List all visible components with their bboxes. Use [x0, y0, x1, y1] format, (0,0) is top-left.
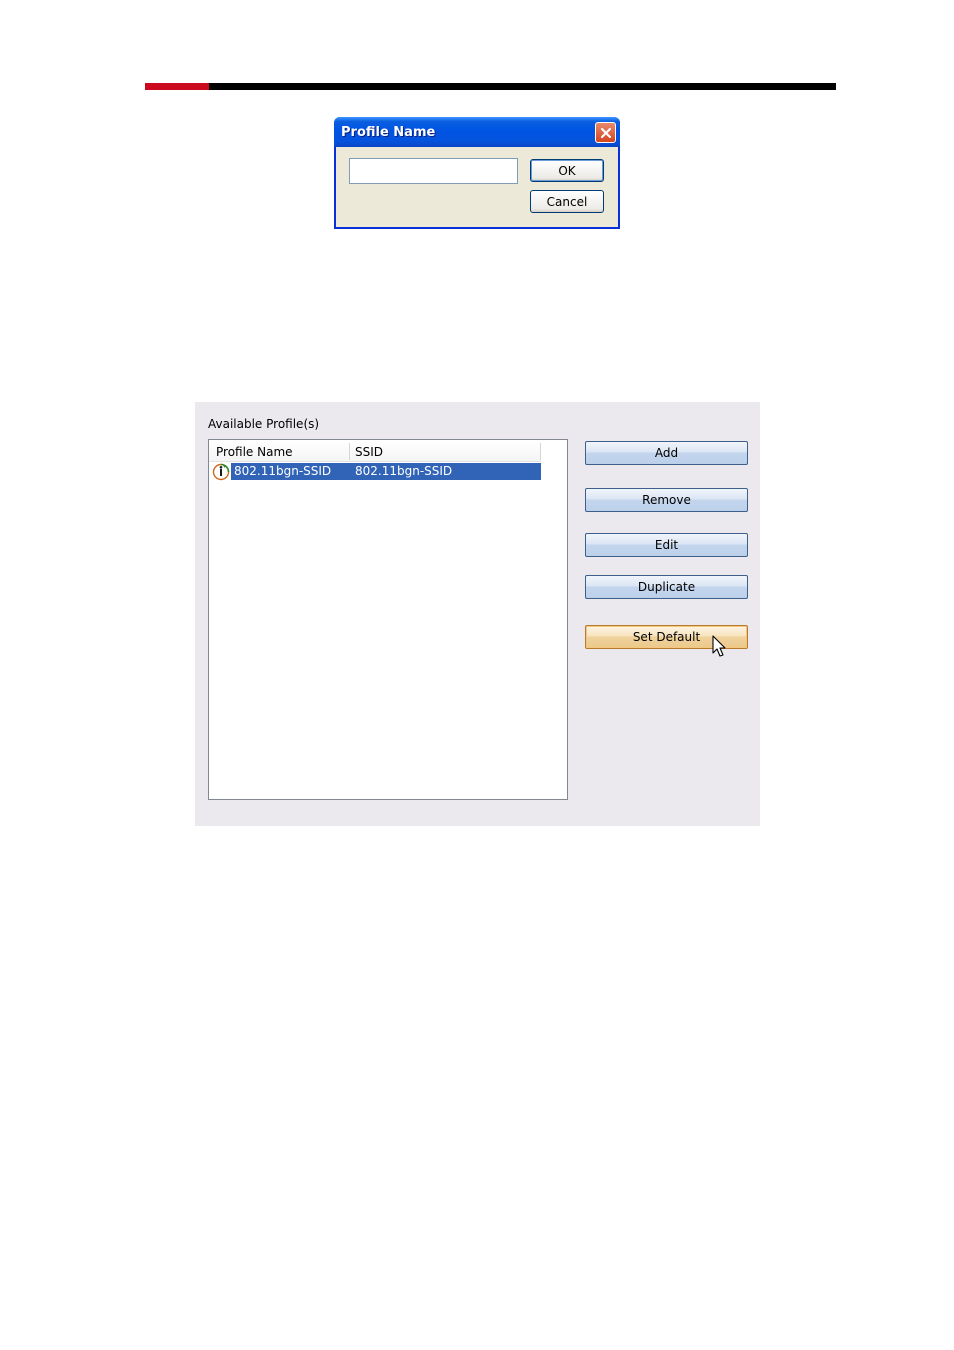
- profile-name-dialog: Profile Name OK Cancel: [334, 117, 620, 229]
- remove-button[interactable]: Remove: [585, 488, 748, 512]
- close-button[interactable]: [595, 122, 616, 143]
- list-header: Profile Name SSID: [209, 440, 541, 462]
- column-separator[interactable]: [540, 443, 541, 460]
- dialog-title: Profile Name: [341, 125, 436, 140]
- column-header-profile-name[interactable]: Profile Name: [216, 445, 293, 459]
- header-bar-red: [145, 83, 209, 90]
- ok-button[interactable]: OK: [530, 159, 604, 182]
- close-icon: [600, 127, 611, 138]
- edit-button[interactable]: Edit: [585, 533, 748, 557]
- add-button[interactable]: Add: [585, 441, 748, 465]
- row-ssid: 802.11bgn-SSID: [355, 464, 453, 478]
- available-profiles-label: Available Profile(s): [208, 417, 320, 431]
- column-separator[interactable]: [349, 443, 350, 460]
- table-row[interactable]: 802.11bgn-SSID 802.11bgn-SSID: [212, 463, 541, 481]
- mouse-cursor-icon: [712, 635, 726, 657]
- column-header-ssid[interactable]: SSID: [355, 445, 383, 459]
- duplicate-button[interactable]: Duplicate: [585, 575, 748, 599]
- default-profile-icon: [212, 463, 230, 481]
- row-profile-name: 802.11bgn-SSID: [234, 464, 332, 478]
- profile-name-input[interactable]: [349, 158, 518, 184]
- dialog-titlebar[interactable]: Profile Name: [334, 117, 620, 147]
- header-bar-black: [209, 83, 836, 90]
- cancel-button[interactable]: Cancel: [530, 190, 604, 213]
- profiles-panel: Available Profile(s) Profile Name SSID 8…: [195, 402, 760, 826]
- profiles-list[interactable]: Profile Name SSID 802.11bgn-SSID 802.11b…: [208, 439, 568, 800]
